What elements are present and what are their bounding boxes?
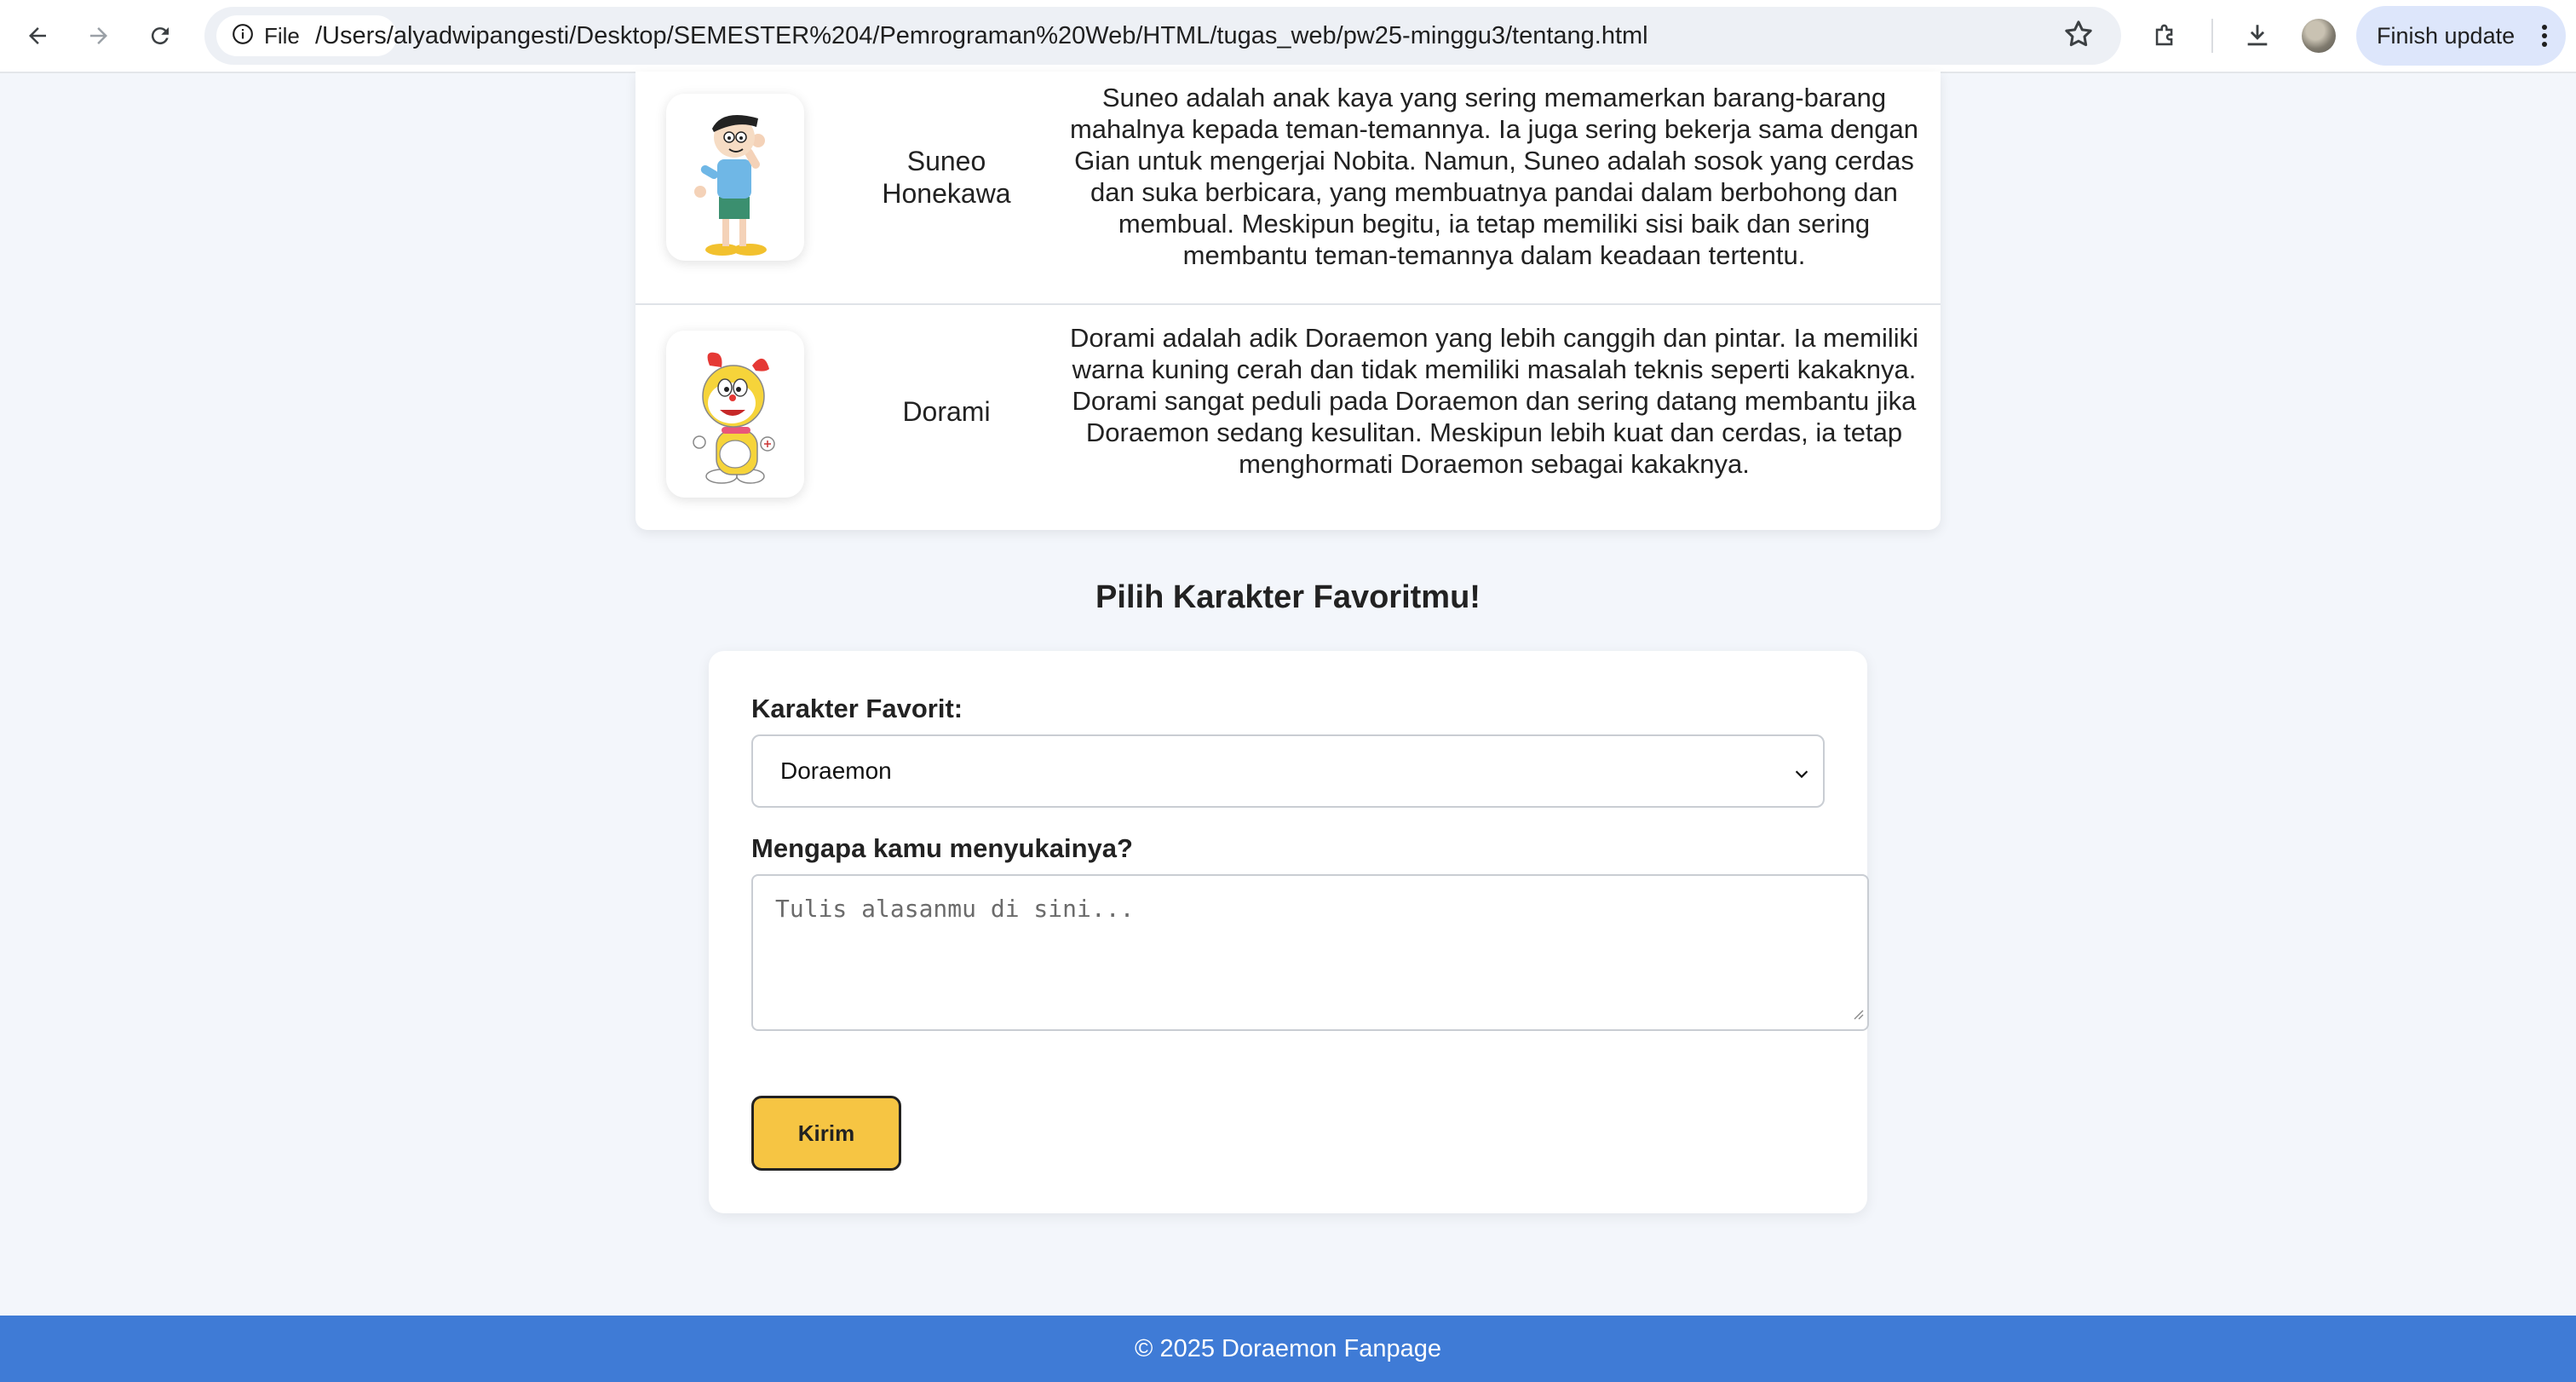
forward-icon[interactable] [78,15,119,56]
toolbar-divider [2211,19,2213,53]
favorite-label: Karakter Favorit: [751,694,963,723]
resize-handle-icon[interactable] [1850,998,1864,1026]
reason-textarea[interactable]: Tulis alasanmu di sini... [751,874,1869,1031]
info-icon [232,23,254,49]
chevron-down-icon [1792,762,1811,789]
bookmark-star-icon[interactable] [2061,17,2096,55]
favorite-select[interactable]: Doraemon [751,734,1825,808]
suneo-illustration [694,115,767,256]
reason-placeholder: Tulis alasanmu di sini... [775,895,1135,923]
character-description: Dorami adalah adik Doraemon yang lebih c… [1070,323,1918,479]
favorite-form: Karakter Favorit: Doraemon Mengapa kamu … [709,651,1869,1213]
site-info-label: File [264,22,300,49]
url-text[interactable]: /Users/alyadwipangesti/Desktop/SEMESTER%… [315,7,1648,65]
character-description: Suneo adalah anak kaya yang sering memam… [1069,83,1919,270]
reload-icon[interactable] [140,15,181,56]
address-bar[interactable]: File /Users/alyadwipangesti/Desktop/SEME… [204,7,2121,65]
extensions-icon[interactable] [2145,15,2186,56]
favorite-select-value: Doraemon [780,757,892,784]
browser-toolbar: File /Users/alyadwipangesti/Desktop/SEME… [0,0,2576,73]
character-name: Dorami [902,396,991,427]
finish-update-label: Finish update [2377,22,2516,49]
character-image [666,94,804,261]
table-row: Dorami Dorami adalah adik Doraemon yang … [635,305,1941,530]
character-table: Suneo Honekawa Suneo adalah anak kaya ya… [635,72,1941,530]
table-row: Suneo Honekawa Suneo adalah anak kaya ya… [635,72,1941,305]
dorami-illustration [693,352,775,484]
back-icon[interactable] [17,15,58,56]
finish-update-button[interactable]: Finish update [2356,6,2566,66]
page-footer: © 2025 Doraemon Fanpage [0,1316,2576,1382]
character-name: Suneo Honekawa [882,146,1011,209]
character-image [666,331,804,498]
submit-button[interactable]: Kirim [751,1096,901,1171]
more-options-icon[interactable] [2540,23,2549,55]
download-icon[interactable] [2237,15,2278,56]
profile-avatar[interactable] [2302,19,2336,53]
form-title: Pilih Karakter Favoritmu! [1095,579,1481,615]
reason-label: Mengapa kamu menyukainya? [751,833,1133,863]
